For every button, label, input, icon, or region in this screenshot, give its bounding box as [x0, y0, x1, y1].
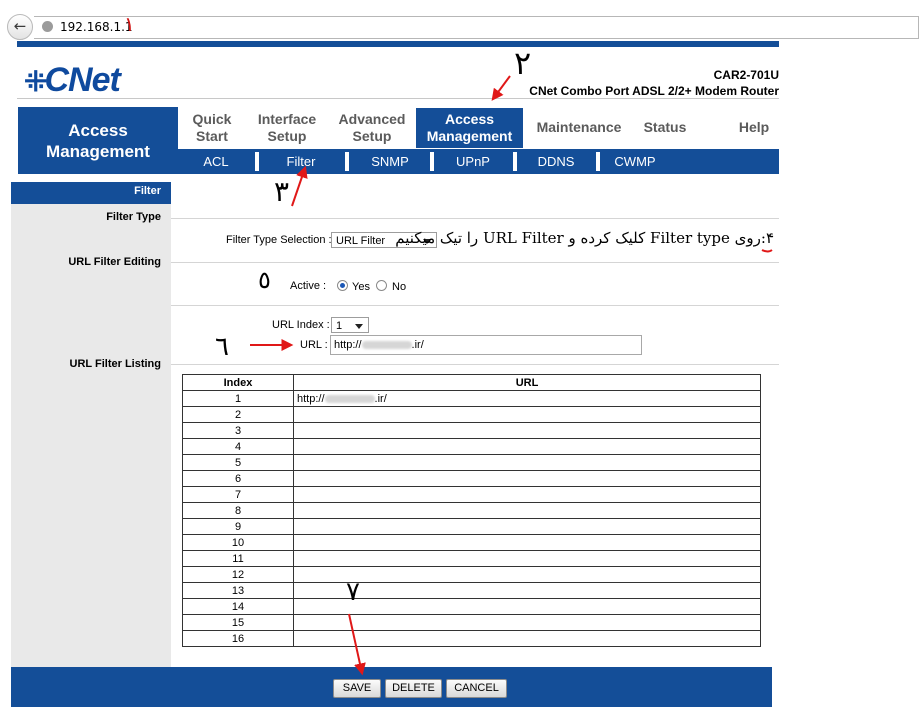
- arrow-to-filter-tab: [291, 165, 308, 207]
- arrow-to-access-management: [491, 75, 511, 101]
- arrow-to-save-button: [348, 613, 366, 676]
- annotation-arrows: [250, 75, 773, 676]
- annotation-underline: [761, 249, 773, 253]
